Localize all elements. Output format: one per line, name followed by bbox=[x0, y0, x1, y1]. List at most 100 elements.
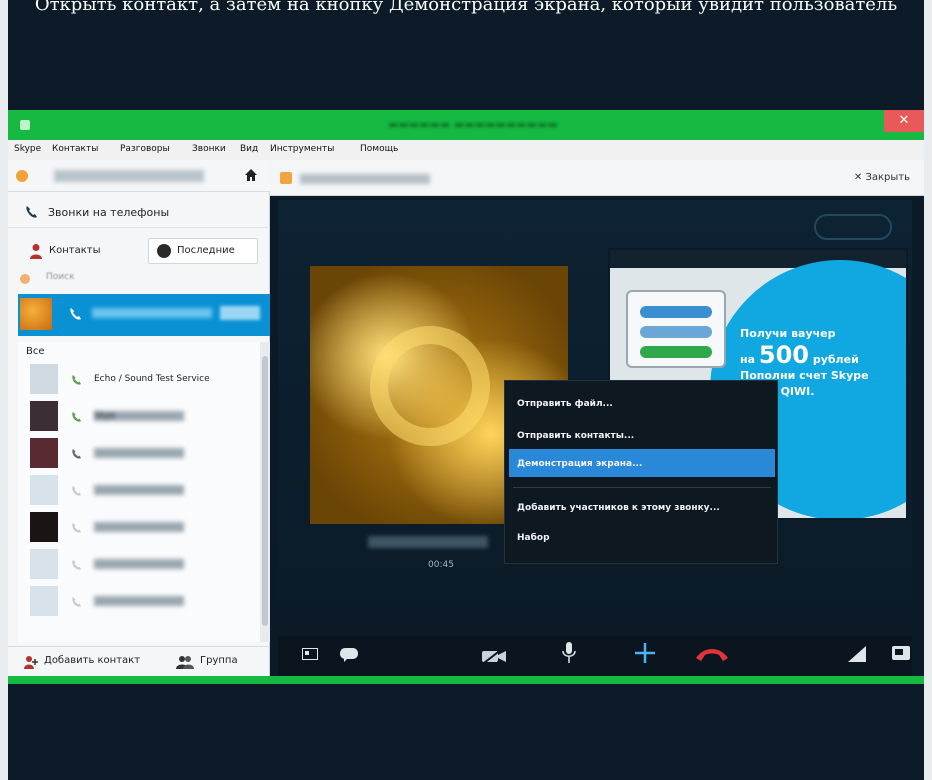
fullscreen-icon[interactable] bbox=[892, 646, 910, 660]
menu-tools[interactable]: Инструменты bbox=[270, 144, 334, 154]
add-user-icon bbox=[24, 656, 38, 669]
phone-icon bbox=[26, 206, 37, 218]
add-contact-button[interactable]: Добавить контакт bbox=[24, 655, 140, 669]
contact-status-icon bbox=[70, 446, 84, 460]
profile-name bbox=[54, 170, 204, 182]
avatar bbox=[30, 475, 58, 505]
ad-line2-suffix: рублей bbox=[812, 353, 859, 366]
contact-name bbox=[94, 522, 184, 532]
list-item[interactable] bbox=[18, 547, 260, 583]
left-margin bbox=[0, 0, 8, 780]
menu-item-send-contacts[interactable]: Отправить контакты... bbox=[517, 431, 634, 441]
contact-name: Skye bbox=[94, 411, 184, 421]
menu-item-send-file[interactable]: Отправить файл... bbox=[517, 399, 613, 409]
video-content bbox=[348, 304, 512, 468]
tab-recent[interactable]: Последние bbox=[148, 238, 258, 264]
menu-skype[interactable]: Skype bbox=[14, 144, 41, 154]
contact-name: Echo / Sound Test Service bbox=[94, 374, 210, 384]
tab-contacts[interactable]: Контакты bbox=[20, 238, 138, 264]
contact-status-icon bbox=[70, 409, 84, 423]
contact-name bbox=[94, 485, 184, 495]
menu-item-share-screen[interactable]: Демонстрация экрана... bbox=[517, 459, 642, 469]
chat-icon[interactable] bbox=[340, 648, 358, 662]
tab-recent-label: Последние bbox=[177, 245, 235, 256]
home-icon[interactable] bbox=[244, 168, 258, 182]
ad-line1: Получи ваучер bbox=[740, 327, 836, 340]
sidebar-footer: Добавить контакт Группа bbox=[8, 646, 270, 676]
title-bar: ▬▬▬▬▬▬ ▬▬▬▬▬▬▬▬▬▬ ✕ bbox=[8, 110, 924, 140]
call-toolbar bbox=[278, 636, 912, 676]
list-item[interactable]: Skye bbox=[18, 399, 260, 435]
skype-logo bbox=[814, 214, 892, 240]
video-camera-icon[interactable] bbox=[482, 648, 506, 664]
list-item[interactable] bbox=[18, 473, 260, 509]
create-group-button[interactable]: Группа bbox=[176, 655, 238, 669]
call-status-icons bbox=[220, 306, 260, 320]
conversation-panel: ✕ Закрыть 00:45 Получи ваучер на 500 руб… bbox=[270, 160, 924, 676]
menu-item-add-participants[interactable]: Добавить участников к этому звонку... bbox=[517, 503, 720, 513]
list-header[interactable]: Все bbox=[26, 346, 45, 357]
menu-view[interactable]: Вид bbox=[240, 144, 258, 154]
list-item[interactable] bbox=[18, 510, 260, 546]
contact-list: Все Echo / Sound Test Service Skye bbox=[18, 342, 260, 642]
menu-bar: Skype Контакты Разговоры Звонки Вид Инст… bbox=[8, 140, 924, 160]
ad-line2-prefix: на bbox=[740, 353, 756, 366]
avatar bbox=[30, 401, 58, 431]
add-icon[interactable] bbox=[634, 642, 656, 664]
conversation-title bbox=[300, 174, 430, 184]
sidebar: Звонки на телефоны Контакты Последние По… bbox=[8, 160, 270, 676]
contact-status-icon bbox=[70, 520, 84, 534]
window-title: ▬▬▬▬▬▬ ▬▬▬▬▬▬▬▬▬▬ bbox=[388, 118, 558, 131]
contact-name bbox=[94, 559, 184, 569]
call-duration: 00:45 bbox=[428, 560, 454, 570]
contact-status-icon bbox=[70, 594, 84, 608]
clock-icon bbox=[157, 244, 171, 258]
contact-status-icon bbox=[70, 372, 84, 386]
profile-bar[interactable] bbox=[8, 160, 270, 192]
window-bottom-frame bbox=[8, 676, 924, 684]
contact-status-icon bbox=[70, 483, 84, 497]
ad-line2: на 500 рублей bbox=[740, 342, 900, 368]
skype-window: ▬▬▬▬▬▬ ▬▬▬▬▬▬▬▬▬▬ ✕ Skype Контакты Разго… bbox=[8, 110, 924, 684]
contact-status-icon bbox=[280, 172, 292, 184]
contact-name bbox=[94, 448, 184, 458]
top-caption: Открыть контакт, а затем на кнопку Демон… bbox=[34, 0, 898, 15]
menu-help[interactable]: Помощь bbox=[360, 144, 398, 154]
contact-search-input[interactable]: Поиск bbox=[20, 272, 260, 286]
active-conversation[interactable] bbox=[18, 294, 270, 336]
group-label: Группа bbox=[200, 655, 238, 666]
hang-up-icon[interactable] bbox=[694, 646, 730, 662]
contact-name bbox=[94, 596, 184, 606]
tab-contacts-label: Контакты bbox=[49, 245, 101, 256]
group-icon bbox=[176, 656, 194, 669]
right-margin bbox=[924, 0, 932, 780]
window-close-button[interactable]: ✕ bbox=[884, 110, 924, 132]
close-label: Закрыть bbox=[865, 172, 910, 183]
context-menu: Отправить файл... Отправить контакты... … bbox=[504, 380, 778, 564]
signal-strength-icon[interactable] bbox=[848, 646, 866, 662]
microphone-icon[interactable] bbox=[562, 642, 576, 664]
conversation-header: ✕ Закрыть bbox=[270, 160, 924, 196]
contacts-panel-icon[interactable] bbox=[302, 648, 318, 660]
list-item[interactable] bbox=[18, 436, 260, 472]
ad-phone-button bbox=[640, 326, 712, 338]
avatar bbox=[20, 298, 52, 330]
video-caller-name bbox=[368, 536, 488, 548]
contact-status-icon bbox=[70, 557, 84, 571]
menu-calls[interactable]: Звонки bbox=[192, 144, 226, 154]
close-icon: ✕ bbox=[853, 172, 866, 183]
status-icon[interactable] bbox=[16, 170, 28, 182]
call-phones-button[interactable]: Звонки на телефоны bbox=[8, 198, 270, 228]
ad-amount: 500 bbox=[758, 341, 809, 369]
call-icon bbox=[70, 308, 81, 320]
menu-item-dialpad[interactable]: Набор bbox=[517, 533, 550, 543]
list-item[interactable] bbox=[18, 584, 260, 620]
close-conversation-button[interactable]: ✕ Закрыть bbox=[854, 172, 910, 183]
menu-conversations[interactable]: Разговоры bbox=[120, 144, 170, 154]
contact-list-scrollbar[interactable] bbox=[260, 342, 270, 642]
menu-contacts[interactable]: Контакты bbox=[52, 144, 98, 154]
list-item[interactable]: Echo / Sound Test Service bbox=[18, 362, 260, 398]
active-contact-name bbox=[92, 308, 212, 318]
scrollbar-thumb[interactable] bbox=[262, 356, 268, 626]
ad-phone-button bbox=[640, 346, 712, 358]
